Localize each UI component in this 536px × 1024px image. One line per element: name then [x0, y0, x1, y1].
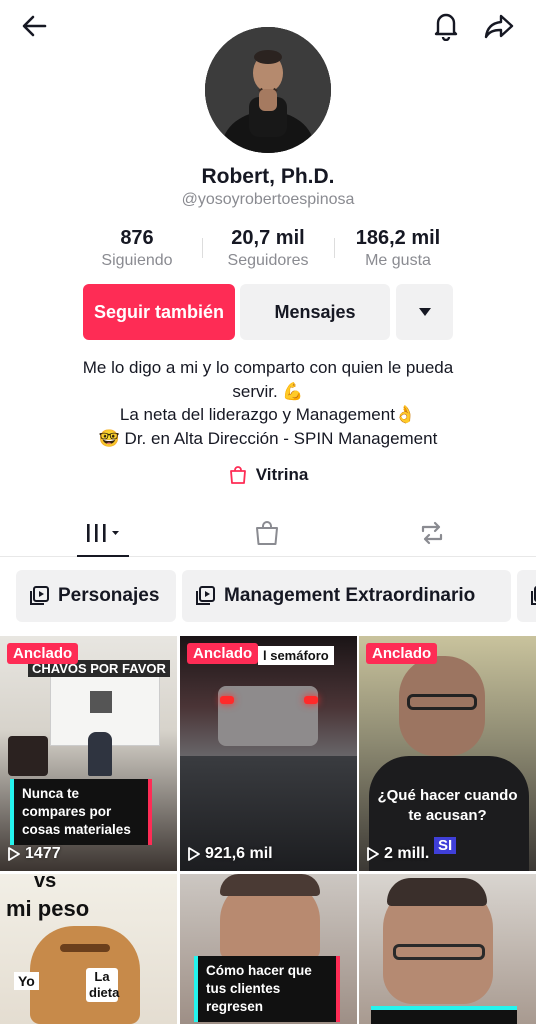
- video-thumbnail[interactable]: l semáforo Anclado 921,6 mil: [180, 636, 357, 871]
- bio-line: 🤓 Dr. en Alta Dirección - SPIN Managemen…: [98, 428, 438, 448]
- following-count: 876: [120, 227, 154, 249]
- video-thumbnail[interactable]: Anclado ¿Qué hacer cuando te acusan? SI …: [359, 636, 536, 871]
- video-thumbnail[interactable]: Cómo hacer que tus clientes regresen: [180, 874, 357, 1024]
- view-count: 2 mill.: [367, 845, 429, 863]
- grid-icon: [87, 523, 119, 542]
- video-overlay-text: vs: [34, 874, 57, 892]
- followers-label: Seguidores: [227, 252, 309, 269]
- profile-handle: @yosoyrobertoespinosa: [181, 191, 355, 208]
- view-count: 1477: [8, 845, 61, 863]
- followers-stat[interactable]: 20,7 mil Seguidores: [198, 226, 338, 272]
- bell-icon[interactable]: [428, 8, 464, 44]
- profile-name: Robert, Ph.D.: [201, 165, 335, 188]
- caret-down-icon: [418, 308, 431, 316]
- showcase-link[interactable]: Vitrina: [0, 465, 536, 485]
- video-caption: ¿Qué hacer cuando te acusan?: [377, 787, 518, 824]
- tab-reposts[interactable]: [402, 509, 462, 556]
- view-count-value: 921,6 mil: [205, 845, 273, 862]
- glasses-image: [407, 694, 477, 710]
- hair-image: [387, 878, 487, 906]
- video-thumbnail[interactable]: CHAVOS POR FAVOR Anclado Nunca te compar…: [0, 636, 177, 871]
- bio-line: La neta del liderazgo y Management👌: [119, 405, 417, 424]
- drum-kit-image: [8, 736, 48, 776]
- profile-bio: Me lo digo a mi y lo comparto con quien …: [0, 356, 536, 450]
- video-label: Yo: [14, 972, 39, 990]
- view-count-value: 1477: [25, 845, 61, 862]
- tail-light: [220, 696, 234, 704]
- playlist-label: Management Extraordinario: [224, 585, 476, 606]
- capybara-eyes: [60, 944, 110, 952]
- video-caption-box: [371, 1006, 517, 1024]
- profile-tabs: [0, 509, 536, 557]
- video-badge: SI: [434, 837, 457, 854]
- repost-icon: [421, 521, 443, 544]
- tab-videos[interactable]: [73, 509, 133, 557]
- qr-code-image: [90, 691, 112, 713]
- likes-count: 186,2 mil: [355, 227, 441, 249]
- showcase-label: Vitrina: [255, 465, 309, 484]
- stats-row: 876 Siguiendo 20,7 mil Seguidores 186,2 …: [0, 226, 536, 274]
- video-label: La dieta: [86, 968, 119, 1002]
- playlist-label: Personajes: [58, 585, 160, 606]
- video-grid: CHAVOS POR FAVOR Anclado Nunca te compar…: [0, 636, 536, 1024]
- tail-light: [304, 696, 318, 704]
- pinned-badge: Anclado: [7, 643, 79, 664]
- likes-stat[interactable]: 186,2 mil Me gusta: [328, 226, 468, 272]
- more-options-button[interactable]: [396, 284, 453, 340]
- video-caption: Cómo hacer que tus clientes regresen: [194, 956, 340, 1022]
- video-title-overlay: l semáforo: [258, 646, 334, 665]
- playlist-icon: [30, 586, 49, 605]
- play-icon: [188, 847, 200, 861]
- shopping-bag-icon: [229, 466, 246, 484]
- car-image: [218, 686, 318, 746]
- capybara-image: [30, 926, 140, 1024]
- speaker-person-image: [88, 732, 112, 776]
- bio-line: Me lo digo a mi y lo comparto con quien …: [82, 358, 454, 377]
- playlist-icon: [531, 586, 536, 605]
- play-icon: [8, 847, 20, 861]
- shopping-bag-icon: [256, 520, 278, 545]
- following-stat[interactable]: 876 Siguiendo: [67, 226, 207, 272]
- likes-label: Me gusta: [365, 252, 431, 269]
- video-overlay-text: mi peso: [6, 896, 90, 921]
- pinned-badge: Anclado: [366, 643, 438, 664]
- playlists-row: Personajes Management Extraordinario: [0, 570, 536, 622]
- hair-image: [220, 874, 320, 896]
- playlist-chip[interactable]: Management Extraordinario: [182, 570, 511, 622]
- video-thumbnail[interactable]: [359, 874, 536, 1024]
- message-button[interactable]: Mensajes: [240, 284, 390, 340]
- followers-count: 20,7 mil: [231, 227, 305, 249]
- arrow-left-icon[interactable]: [16, 8, 52, 44]
- bio-line: servir. 💪: [232, 381, 304, 401]
- view-count-value: 2 mill.: [384, 845, 430, 862]
- pinned-badge: Anclado: [187, 643, 259, 664]
- video-thumbnail[interactable]: vs mi peso Yo La dieta: [0, 874, 177, 1024]
- share-arrow-icon[interactable]: [481, 8, 517, 44]
- playlist-chip[interactable]: [517, 570, 536, 622]
- playlist-icon: [196, 586, 215, 605]
- avatar[interactable]: [205, 27, 331, 153]
- follow-back-button[interactable]: Seguir también: [83, 284, 235, 340]
- video-caption: Nunca te compares por cosas materiales: [10, 779, 152, 845]
- glasses-image: [393, 944, 485, 960]
- following-label: Siguiendo: [101, 252, 173, 269]
- tab-shop[interactable]: [237, 509, 297, 556]
- play-icon: [367, 847, 379, 861]
- view-count: 921,6 mil: [188, 845, 273, 863]
- playlist-chip[interactable]: Personajes: [16, 570, 176, 622]
